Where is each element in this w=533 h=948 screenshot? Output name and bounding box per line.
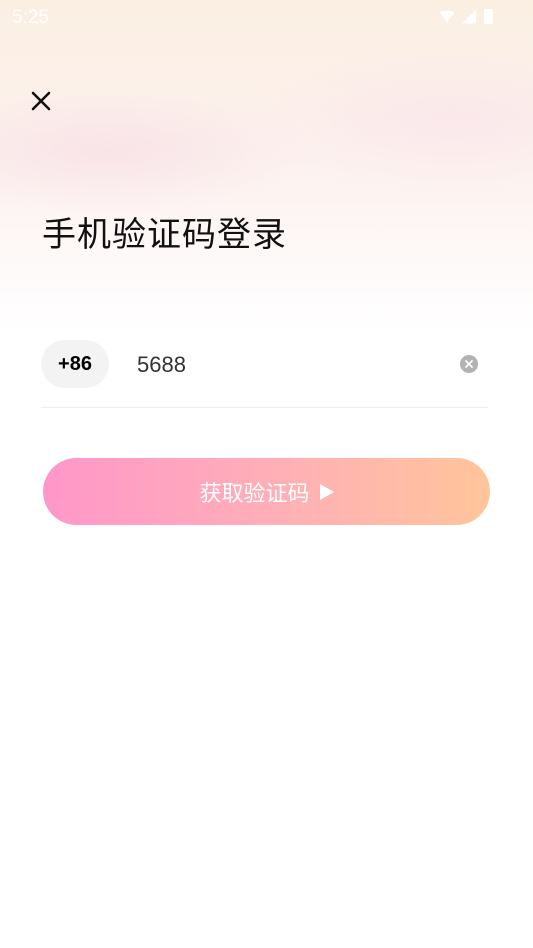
battery-icon <box>484 9 493 24</box>
country-code-selector[interactable]: +86 <box>41 340 109 388</box>
close-button[interactable] <box>28 88 54 114</box>
status-bar: 5:25 <box>0 0 533 36</box>
clear-input-button[interactable] <box>460 355 478 373</box>
get-code-button[interactable]: 获取验证码 <box>43 458 490 525</box>
phone-number-input[interactable] <box>137 346 437 384</box>
phone-input-row: +86 <box>41 340 488 408</box>
status-time: 5:25 <box>12 7 49 28</box>
clear-icon <box>465 360 473 368</box>
close-icon <box>31 91 51 111</box>
header-background <box>0 0 533 330</box>
page-title: 手机验证码登录 <box>42 215 287 255</box>
get-code-label: 获取验证码 <box>199 481 310 507</box>
signal-icon <box>462 9 476 24</box>
play-icon <box>319 483 334 500</box>
wifi-icon <box>440 10 454 23</box>
status-icons <box>440 9 493 24</box>
